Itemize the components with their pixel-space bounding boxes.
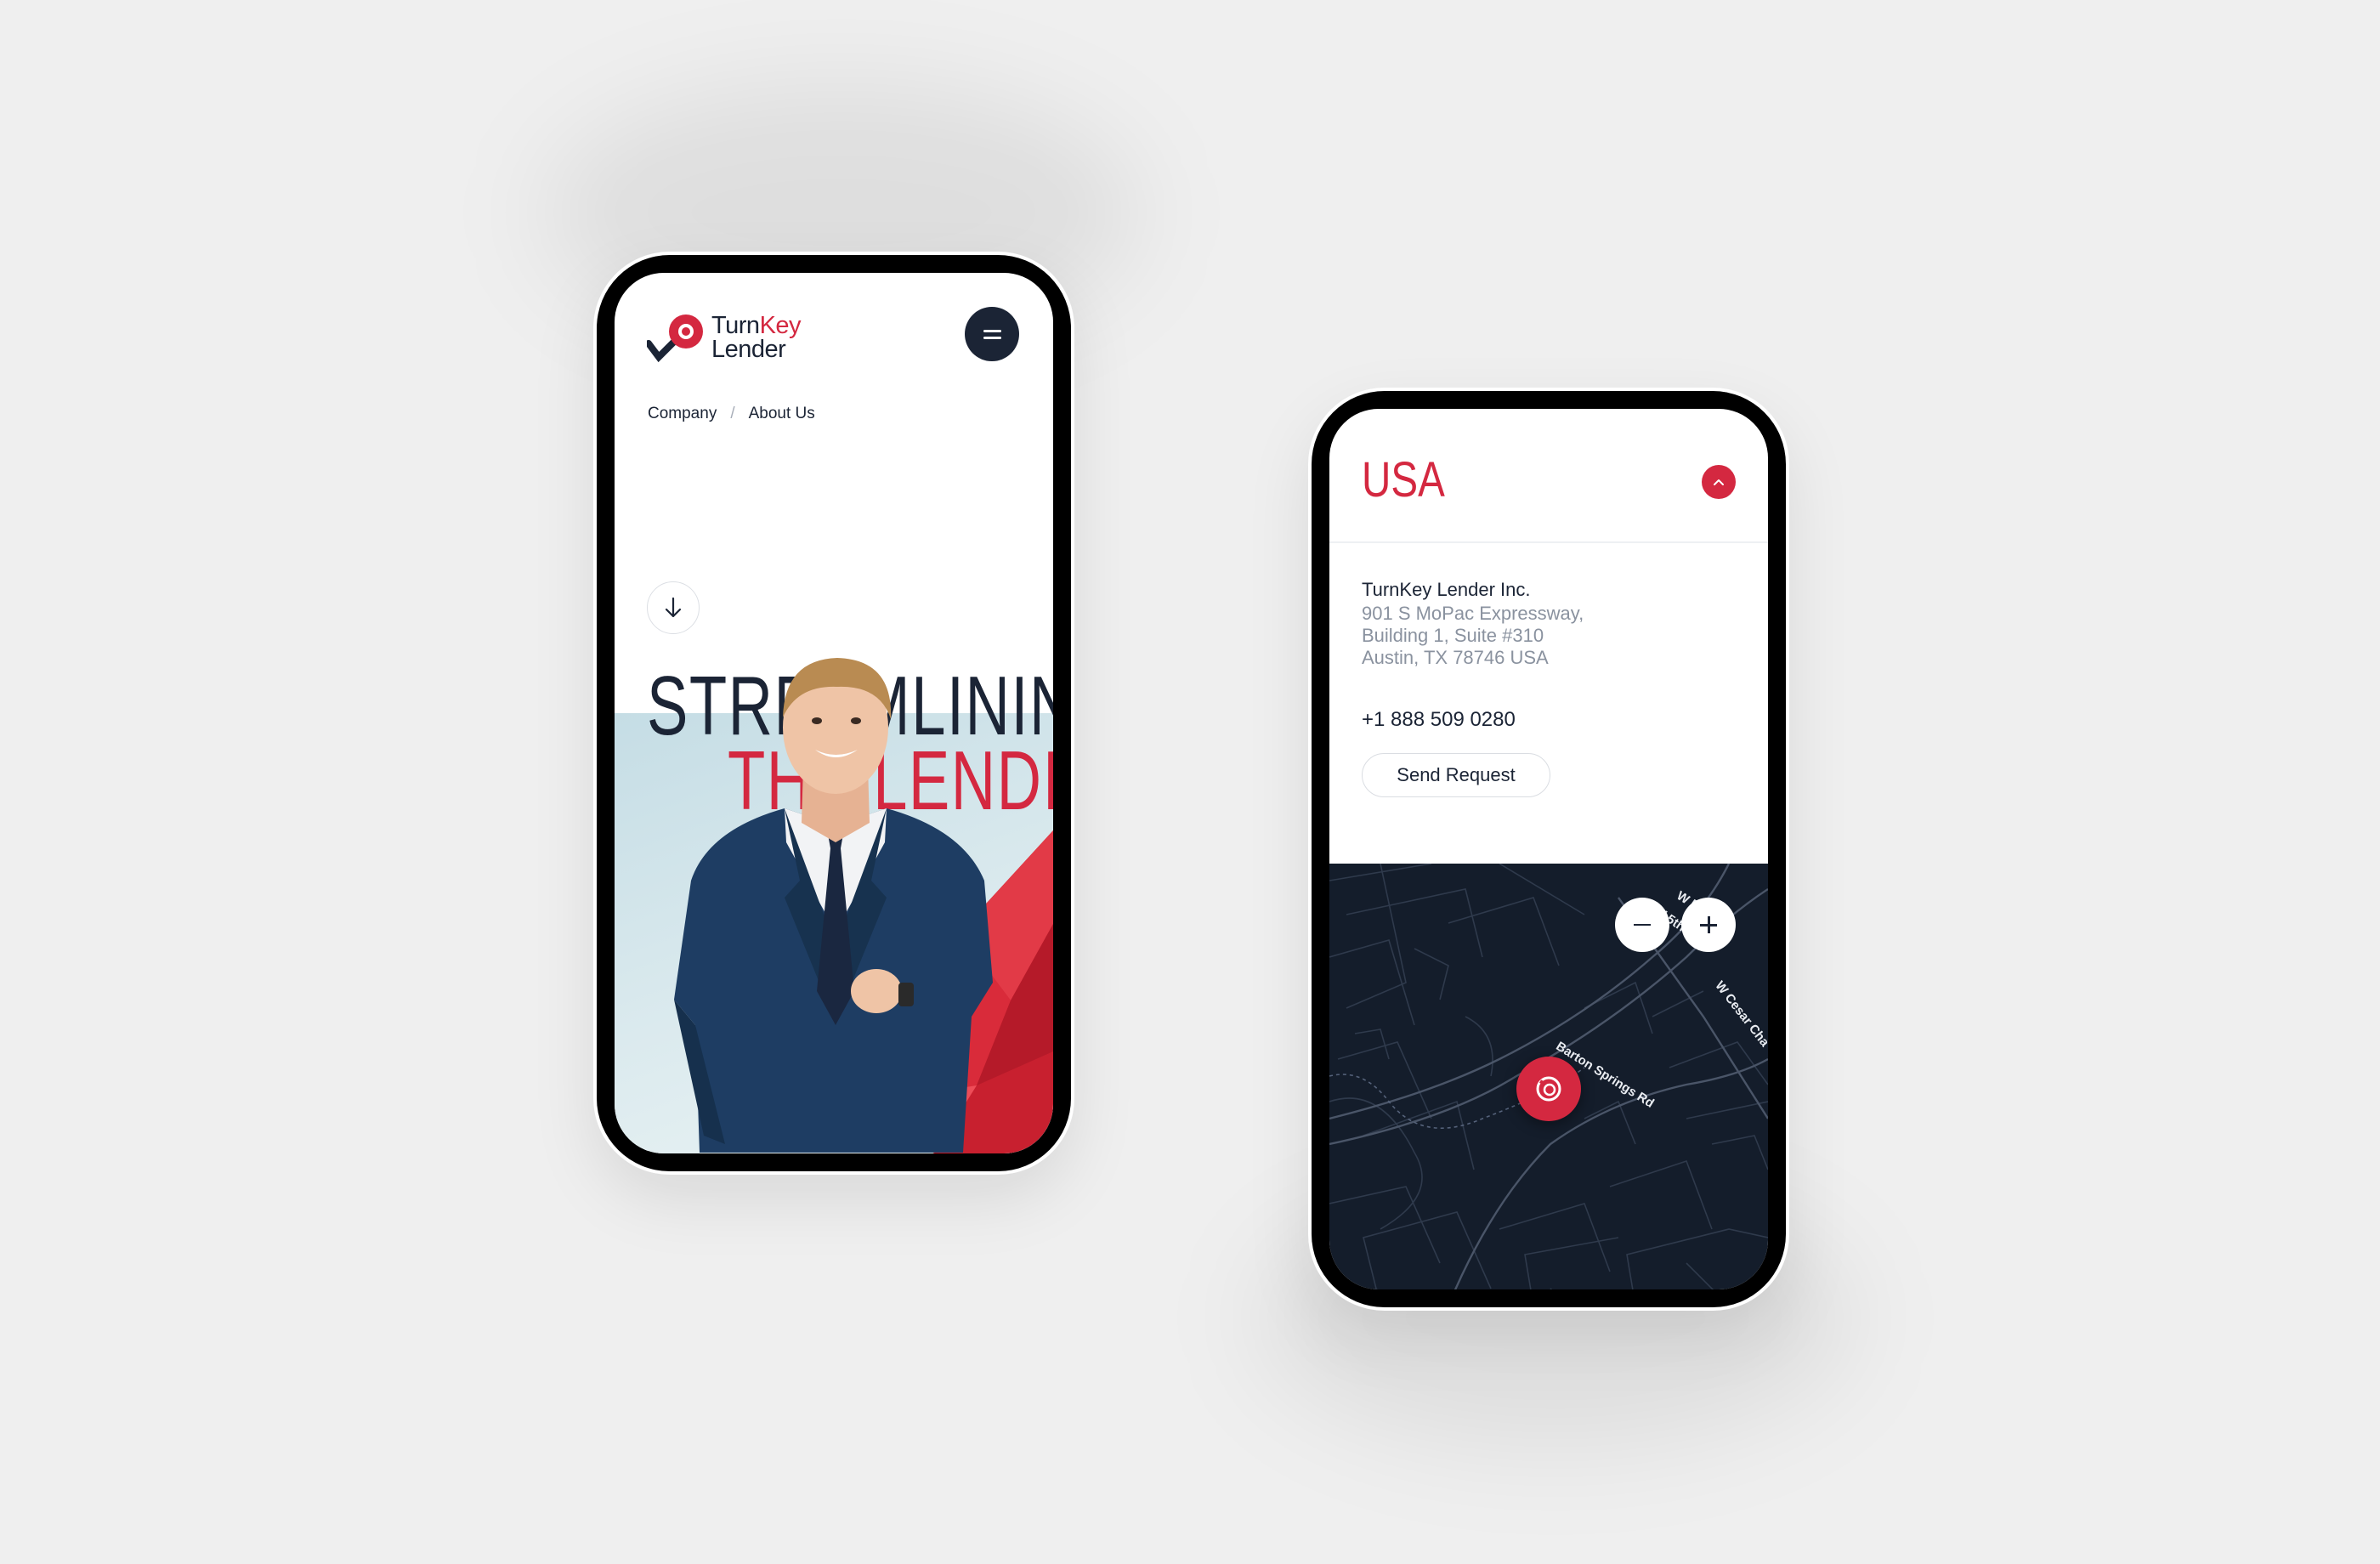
logo-text: TurnKey Lender <box>711 314 802 363</box>
scroll-down-button[interactable] <box>647 581 700 634</box>
plus-icon <box>1700 916 1717 933</box>
section-divider <box>1329 541 1768 543</box>
menu-button[interactable] <box>965 307 1019 361</box>
location-pin-icon <box>1536 1076 1561 1102</box>
office-location-pin[interactable] <box>1516 1057 1581 1121</box>
breadcrumb-separator: / <box>730 405 735 422</box>
company-name: TurnKey Lender Inc. <box>1362 579 1531 600</box>
address-line-3: Austin, TX 78746 USA <box>1362 647 1549 668</box>
collapse-button[interactable] <box>1702 465 1736 499</box>
zoom-out-button[interactable] <box>1615 898 1669 952</box>
chevron-up-icon <box>1714 479 1724 485</box>
phone-number-link[interactable]: +1 888 509 0280 <box>1362 708 1516 732</box>
address-line-2: Building 1, Suite #310 <box>1362 625 1544 646</box>
send-request-button[interactable]: Send Request <box>1362 753 1550 797</box>
country-heading: USA <box>1362 452 1445 507</box>
breadcrumb: Company / About Us <box>648 405 815 423</box>
logo-mark-icon <box>645 314 703 363</box>
logo-word-lender: Lender <box>711 336 786 363</box>
phone-mockup-about: STREAMLININ THE LENDI <box>597 255 1071 1171</box>
breadcrumb-about-us[interactable]: About Us <box>749 405 815 423</box>
businessman-photo <box>674 658 993 1153</box>
arrow-down-icon <box>665 597 682 618</box>
breadcrumb-company[interactable]: Company <box>648 405 717 423</box>
turnkey-lender-logo[interactable]: TurnKey Lender <box>645 309 802 364</box>
office-address: 901 S MoPac Expressway, Building 1, Suit… <box>1362 603 1584 669</box>
screen-about-us: STREAMLININ THE LENDI <box>615 273 1053 1153</box>
zoom-in-button[interactable] <box>1681 898 1736 952</box>
phone-mockup-contacts: USA TurnKey Lender Inc. 901 S MoPac Expr… <box>1312 391 1786 1307</box>
address-line-1: 901 S MoPac Expressway, <box>1362 603 1584 624</box>
minus-icon <box>1634 923 1651 926</box>
screen-office-usa: USA TurnKey Lender Inc. 901 S MoPac Expr… <box>1329 409 1768 1289</box>
